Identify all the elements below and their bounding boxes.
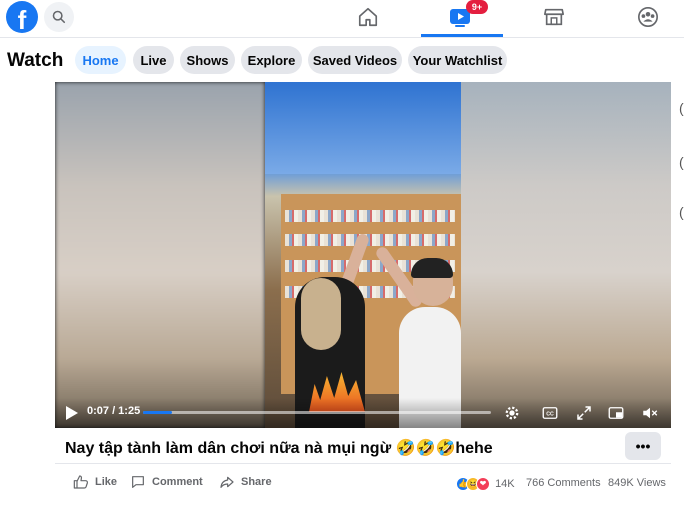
nav-active-indicator xyxy=(421,34,503,37)
tab-live[interactable]: Live xyxy=(133,46,174,74)
shelf-row xyxy=(285,210,455,222)
share-label: Share xyxy=(241,476,272,488)
comment-button[interactable]: Comment xyxy=(130,474,203,490)
video-time: 0:07 / 1:25 xyxy=(87,405,141,417)
search-icon xyxy=(52,10,66,24)
page-title: Watch xyxy=(7,50,64,71)
tab-shows[interactable]: Shows xyxy=(180,46,235,74)
play-icon[interactable] xyxy=(65,405,79,421)
share-button[interactable]: Share xyxy=(219,474,272,490)
facebook-logo-letter: f xyxy=(17,5,27,33)
next-video-edge-mark: ( xyxy=(679,100,684,116)
home-icon xyxy=(358,7,378,27)
groups-icon xyxy=(638,7,658,27)
tab-saved-videos[interactable]: Saved Videos xyxy=(308,46,402,74)
video-title[interactable]: Nay tập tành làm dân chơi nữa nà mụi ngừ… xyxy=(65,438,493,458)
video-controls: 0:07 / 1:25 CC xyxy=(55,398,671,428)
top-navigation-bar: f 9+ xyxy=(0,0,684,38)
video-title-row: Nay tập tành làm dân chơi nữa nà mụi ngừ… xyxy=(55,428,671,464)
miniplayer-icon[interactable] xyxy=(607,404,625,422)
nav-home[interactable] xyxy=(355,4,381,30)
video-progress-bar[interactable] xyxy=(143,411,491,414)
search-button[interactable] xyxy=(44,2,74,32)
next-video-edge-mark: ( xyxy=(679,204,684,220)
facebook-logo[interactable]: f xyxy=(6,1,38,33)
like-button[interactable]: Like xyxy=(73,474,117,490)
comments-count[interactable]: 766 Comments xyxy=(526,477,601,489)
svg-text:CC: CC xyxy=(546,411,554,417)
captions-icon[interactable]: CC xyxy=(541,404,559,422)
video-frame xyxy=(265,82,461,428)
comment-label: Comment xyxy=(152,476,203,488)
nav-groups[interactable] xyxy=(635,4,661,30)
fullscreen-icon[interactable] xyxy=(575,404,593,422)
video-person-hair xyxy=(411,258,453,278)
more-icon: ••• xyxy=(635,438,651,454)
volume-icon[interactable] xyxy=(641,404,659,422)
comment-icon xyxy=(132,476,144,488)
watch-notification-badge: 9+ xyxy=(466,0,488,14)
tab-your-watchlist[interactable]: Your Watchlist xyxy=(408,46,507,74)
share-icon xyxy=(220,476,234,488)
video-actions-bar: Like Comment Share 👍😆 ❤ 14K 766 Comments … xyxy=(55,466,671,500)
shelf-row xyxy=(285,234,455,246)
more-options-button[interactable]: ••• xyxy=(625,432,661,460)
next-video-edge xyxy=(671,82,684,428)
nav-marketplace[interactable] xyxy=(541,4,567,30)
settings-icon[interactable] xyxy=(503,404,521,422)
tab-home[interactable]: Home xyxy=(75,46,126,74)
video-person-hair xyxy=(301,278,341,350)
video-ceiling xyxy=(265,82,461,174)
video-blur-right xyxy=(461,82,671,428)
reactions-count: 14K xyxy=(495,477,515,490)
video-blur-left xyxy=(55,82,265,428)
love-reaction-icon: ❤ xyxy=(476,477,490,491)
watch-header: Watch Home Live Shows Explore Saved Vide… xyxy=(0,38,684,82)
marketplace-icon xyxy=(544,8,564,26)
views-count: 849K Views xyxy=(608,477,666,489)
reactions-summary[interactable]: 👍😆 ❤ 14K xyxy=(456,477,515,491)
tab-explore[interactable]: Explore xyxy=(241,46,302,74)
video-progress-fill xyxy=(143,411,172,414)
video-player[interactable]: 0:07 / 1:25 CC xyxy=(55,82,671,428)
like-icon xyxy=(73,475,89,489)
like-label: Like xyxy=(95,476,118,488)
video-feed: 0:07 / 1:25 CC ( ( ( Nay tập tành làm dâ… xyxy=(0,82,684,507)
next-video-edge-mark: ( xyxy=(679,154,684,170)
